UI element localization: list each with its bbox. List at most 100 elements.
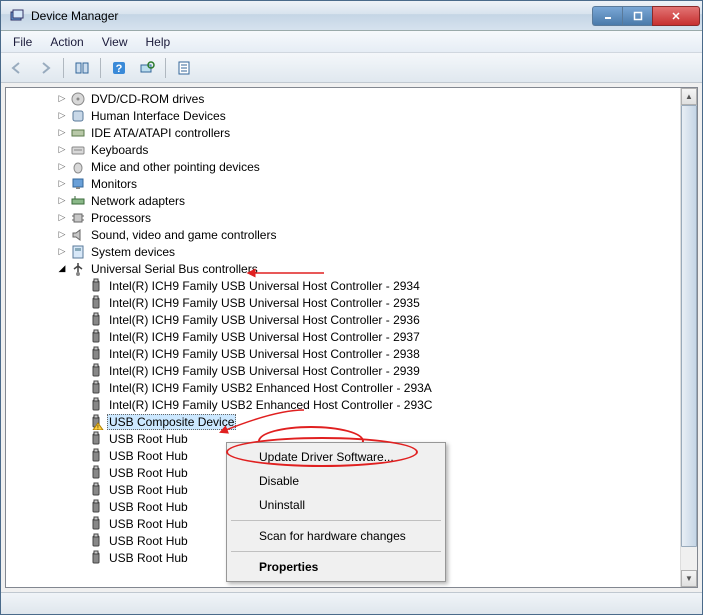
context-disable[interactable]: Disable	[229, 469, 443, 493]
menu-file[interactable]: File	[5, 33, 40, 51]
toolbar-separator	[63, 58, 64, 78]
usb-dev-icon	[88, 499, 104, 515]
usb-dev-icon	[88, 295, 104, 311]
tree-node-label: Intel(R) ICH9 Family USB Universal Host …	[107, 313, 422, 327]
keyboard-icon	[70, 142, 86, 158]
tree-node-label: USB Root Hub	[107, 517, 190, 531]
context-separator	[231, 520, 441, 521]
expander-icon[interactable]: ▷	[54, 127, 70, 138]
scroll-thumb[interactable]	[681, 105, 697, 547]
window-title: Device Manager	[31, 9, 592, 23]
tree-usb-child[interactable]: Intel(R) ICH9 Family USB Universal Host …	[6, 362, 680, 379]
tree-node-label: USB Root Hub	[107, 500, 190, 514]
context-properties[interactable]: Properties	[229, 555, 443, 579]
menu-action[interactable]: Action	[42, 33, 91, 51]
close-button[interactable]	[652, 6, 700, 26]
tree-node-label: USB Composite Device	[107, 414, 236, 430]
tree-node-label: Intel(R) ICH9 Family USB Universal Host …	[107, 364, 422, 378]
usb-dev-icon	[88, 380, 104, 396]
scroll-up-button[interactable]: ▲	[681, 88, 697, 105]
back-button[interactable]	[5, 56, 29, 80]
tree-category-system[interactable]: ▷System devices	[6, 243, 680, 260]
help-button[interactable]: ?	[107, 56, 131, 80]
context-scan[interactable]: Scan for hardware changes	[229, 524, 443, 548]
expander-icon[interactable]: ▷	[54, 212, 70, 223]
tree-category-usb[interactable]: ◢ Universal Serial Bus controllers	[6, 260, 680, 277]
system-icon	[70, 244, 86, 260]
usb-dev-icon	[88, 312, 104, 328]
usb-dev-icon	[88, 482, 104, 498]
tree-node-label: Processors	[89, 211, 153, 225]
context-update-driver[interactable]: Update Driver Software...	[229, 445, 443, 469]
tree-node-label: Universal Serial Bus controllers	[89, 262, 260, 276]
tree-node-label: Intel(R) ICH9 Family USB Universal Host …	[107, 347, 422, 361]
scan-hardware-button[interactable]	[135, 56, 159, 80]
expander-icon[interactable]: ▷	[54, 195, 70, 206]
tree-node-label: DVD/CD-ROM drives	[89, 92, 206, 106]
network-icon	[70, 193, 86, 209]
tree-usb-child[interactable]: Intel(R) ICH9 Family USB Universal Host …	[6, 328, 680, 345]
tree-node-label: USB Root Hub	[107, 534, 190, 548]
tree-usb-child[interactable]: Intel(R) ICH9 Family USB2 Enhanced Host …	[6, 396, 680, 413]
tree-category-monitors[interactable]: ▷Monitors	[6, 175, 680, 192]
tree-category-network[interactable]: ▷Network adapters	[6, 192, 680, 209]
tree-node-label: Keyboards	[89, 143, 150, 157]
forward-button[interactable]	[33, 56, 57, 80]
usb-dev-icon	[88, 329, 104, 345]
minimize-button[interactable]	[592, 6, 622, 26]
tree-usb-child[interactable]: Intel(R) ICH9 Family USB Universal Host …	[6, 345, 680, 362]
expander-icon[interactable]: ◢	[54, 263, 70, 274]
tree-category-ide[interactable]: ▷ IDE ATA/ATAPI controllers	[6, 124, 680, 141]
menubar: File Action View Help	[1, 31, 702, 53]
tree-category-dvd[interactable]: ▷ DVD/CD-ROM drives	[6, 90, 680, 107]
tree-usb-child[interactable]: Intel(R) ICH9 Family USB Universal Host …	[6, 294, 680, 311]
show-hide-console-button[interactable]	[70, 56, 94, 80]
dvd-icon	[70, 91, 86, 107]
tree-node-label: Sound, video and game controllers	[89, 228, 278, 242]
app-icon	[9, 8, 25, 24]
expander-icon[interactable]: ▷	[54, 229, 70, 240]
context-separator	[231, 551, 441, 552]
tree-node-label: Intel(R) ICH9 Family USB Universal Host …	[107, 330, 422, 344]
tree-node-label: USB Root Hub	[107, 551, 190, 565]
toolbar: ?	[1, 53, 702, 83]
properties-button[interactable]	[172, 56, 196, 80]
tree-usb-child[interactable]: !USB Composite Device	[6, 413, 680, 430]
context-uninstall[interactable]: Uninstall	[229, 493, 443, 517]
expander-icon[interactable]: ▷	[54, 161, 70, 172]
mouse-icon	[70, 159, 86, 175]
tree-category-mice[interactable]: ▷Mice and other pointing devices	[6, 158, 680, 175]
svg-text:?: ?	[116, 63, 123, 75]
tree-node-label: Human Interface Devices	[89, 109, 228, 123]
tree-node-label: Intel(R) ICH9 Family USB2 Enhanced Host …	[107, 398, 434, 412]
usb-dev-icon	[88, 516, 104, 532]
vertical-scrollbar[interactable]: ▲ ▼	[680, 88, 697, 587]
tree-node-label: IDE ATA/ATAPI controllers	[89, 126, 232, 140]
tree-usb-child[interactable]: Intel(R) ICH9 Family USB Universal Host …	[6, 311, 680, 328]
usb-dev-icon	[88, 346, 104, 362]
tree-node-label: Intel(R) ICH9 Family USB Universal Host …	[107, 296, 422, 310]
tree-usb-child[interactable]: Intel(R) ICH9 Family USB Universal Host …	[6, 277, 680, 294]
scroll-track[interactable]	[681, 105, 697, 570]
menu-help[interactable]: Help	[138, 33, 179, 51]
expander-icon[interactable]: ▷	[54, 246, 70, 257]
context-menu: Update Driver Software... Disable Uninst…	[226, 442, 446, 582]
menu-view[interactable]: View	[94, 33, 136, 51]
scroll-down-button[interactable]: ▼	[681, 570, 697, 587]
tree-category-processors[interactable]: ▷ Processors	[6, 209, 680, 226]
tree-category-keyboards[interactable]: ▷ Keyboards	[6, 141, 680, 158]
tree-usb-child[interactable]: Intel(R) ICH9 Family USB2 Enhanced Host …	[6, 379, 680, 396]
maximize-button[interactable]	[622, 6, 652, 26]
usb-dev-icon	[88, 550, 104, 566]
expander-icon[interactable]: ▷	[54, 144, 70, 155]
usb-dev-icon	[88, 448, 104, 464]
tree-category-sound[interactable]: ▷ Sound, video and game controllers	[6, 226, 680, 243]
usb-cat-icon	[70, 261, 86, 277]
titlebar[interactable]: Device Manager	[1, 1, 702, 31]
expander-icon[interactable]: ▷	[54, 93, 70, 104]
cpu-icon	[70, 210, 86, 226]
expander-icon[interactable]: ▷	[54, 110, 70, 121]
tree-category-hid[interactable]: ▷ Human Interface Devices	[6, 107, 680, 124]
expander-icon[interactable]: ▷	[54, 178, 70, 189]
monitor-icon	[70, 176, 86, 192]
